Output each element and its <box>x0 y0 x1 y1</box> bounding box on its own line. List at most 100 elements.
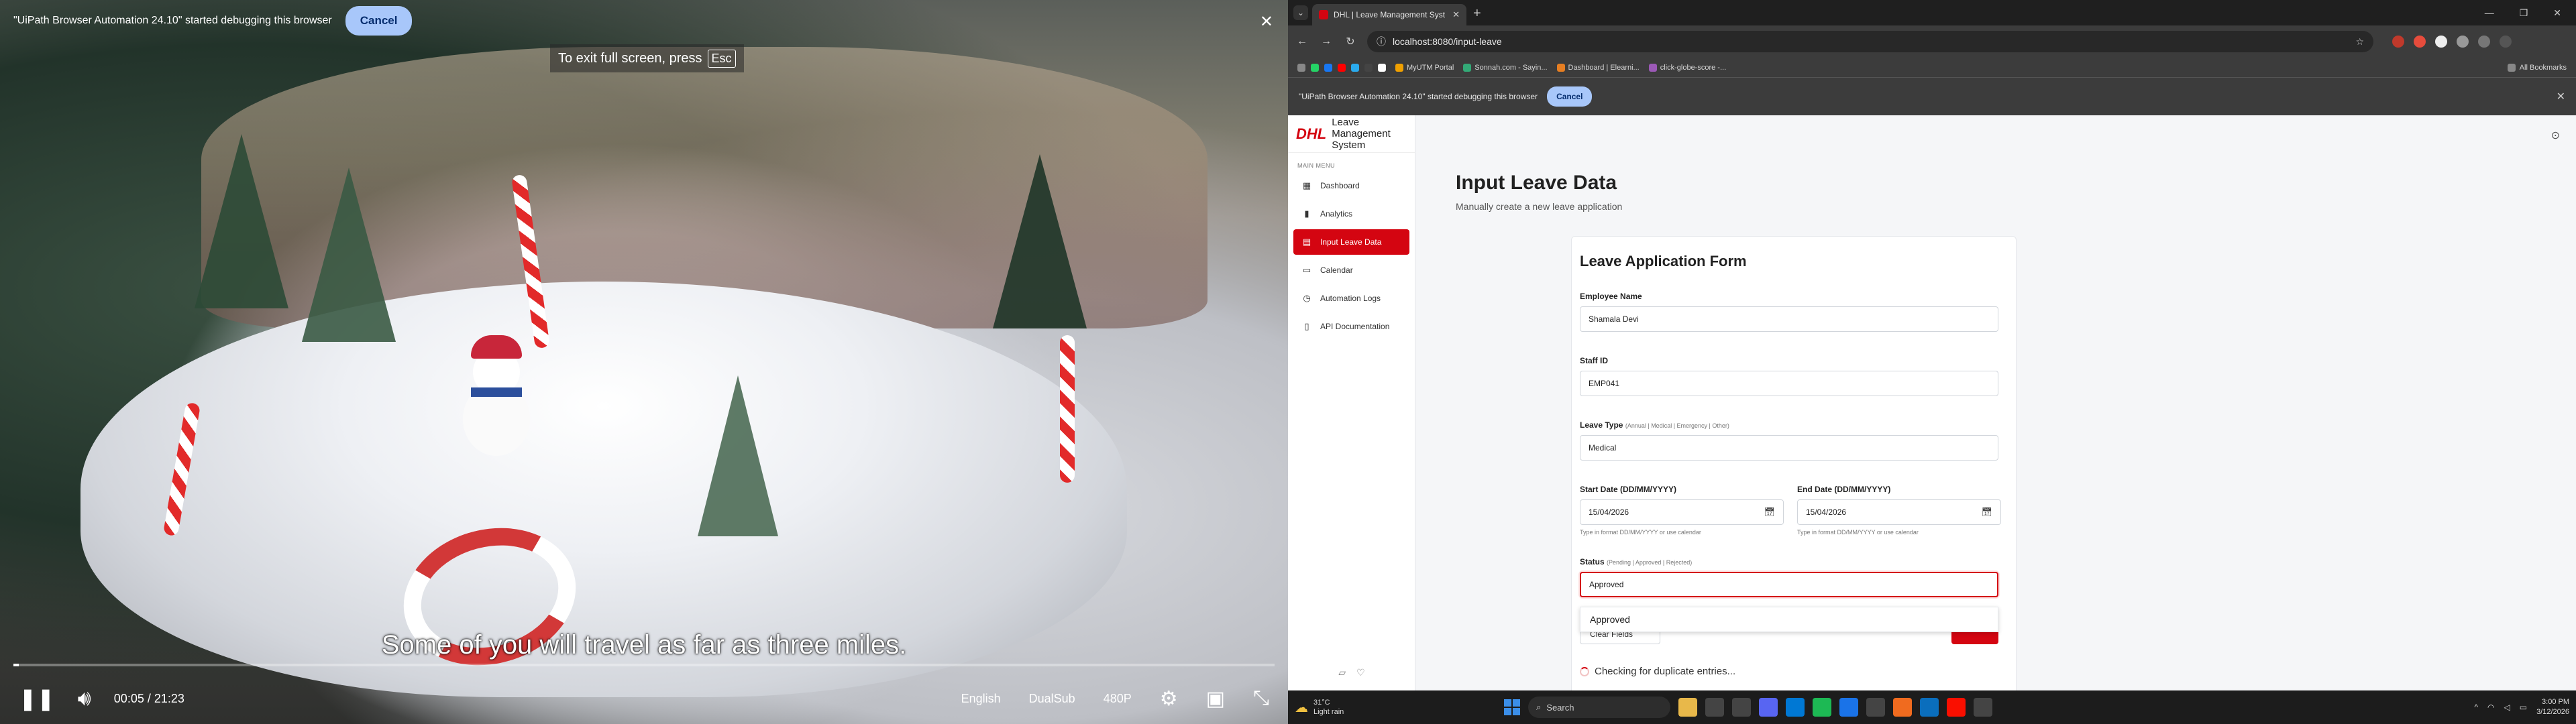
back-icon[interactable]: ← <box>1295 36 1309 48</box>
sidebar-item-analytics[interactable]: ▮ Analytics <box>1293 201 1409 227</box>
app-icon[interactable] <box>1866 698 1885 717</box>
bookmark-star-icon[interactable]: ☆ <box>2355 36 2364 48</box>
debug-cancel-button[interactable]: Cancel <box>1547 86 1593 107</box>
video-time: 00:05 / 21:23 <box>113 691 184 705</box>
employee-name-field[interactable]: Shamala Devi <box>1580 306 1998 332</box>
sidebar-item-input-leave-data[interactable]: ▤ Input Leave Data <box>1293 229 1409 255</box>
discord-icon[interactable] <box>1759 698 1778 717</box>
file-explorer-icon[interactable] <box>1678 698 1697 717</box>
extension-icon[interactable] <box>2414 36 2426 48</box>
video-progress-bar[interactable] <box>13 664 1275 666</box>
pause-icon[interactable]: ❚❚ <box>19 686 55 711</box>
calendar-icon[interactable]: 📅︎ <box>1981 507 1992 518</box>
duplicate-check-text: Checking for duplicate entries... <box>1595 666 1736 677</box>
sidebar-item-dashboard[interactable]: ▦ Dashboard <box>1293 173 1409 198</box>
bookmark-item[interactable]: MyUTM Portal <box>1395 63 1454 72</box>
bookmark-item[interactable]: click-globe-score -... <box>1648 63 1726 72</box>
calendar-icon[interactable]: 📅︎ <box>1764 507 1775 518</box>
new-tab-icon[interactable]: + <box>1473 6 1481 21</box>
close-tab-icon[interactable]: ✕ <box>1452 9 1460 20</box>
vscode-icon[interactable] <box>1786 698 1805 717</box>
heart-icon[interactable]: ♡ <box>1356 667 1365 678</box>
dualsub-button[interactable]: DualSub <box>1029 692 1075 706</box>
browser-tab[interactable]: DHL | Leave Management Syst ✕ <box>1312 4 1466 25</box>
sidebar-item-api-documentation[interactable]: ▯ API Documentation <box>1293 314 1409 339</box>
fullscreen-toast: To exit full screen, press Esc <box>550 44 744 72</box>
end-date-field[interactable]: 15/04/2026 📅︎ <box>1797 499 2001 525</box>
staff-id-field[interactable]: EMP041 <box>1580 371 1998 396</box>
video-frame-tree <box>195 134 288 308</box>
form-title: Leave Application Form <box>1580 253 1747 269</box>
chevron-down-icon[interactable]: ⌄ <box>1293 5 1308 20</box>
minimize-icon[interactable]: — <box>2485 7 2494 19</box>
github-icon[interactable] <box>1378 63 1386 72</box>
volume-icon[interactable]: 🔊︎ <box>78 686 91 711</box>
volume-icon[interactable]: ◁ <box>2504 703 2510 712</box>
apps-icon[interactable] <box>1297 63 1305 72</box>
sidebar-item-automation-logs[interactable]: ◷ Automation Logs <box>1293 286 1409 311</box>
bookmark-icon[interactable] <box>1324 63 1332 72</box>
battery-icon[interactable]: ▭ <box>2520 703 2527 712</box>
app-icon[interactable] <box>1705 698 1724 717</box>
taskbar-apps: ⌕ Search <box>1504 690 1992 724</box>
reload-icon[interactable]: ↻ <box>1343 35 1358 48</box>
app-icon[interactable] <box>1732 698 1751 717</box>
clock[interactable]: 3:00 PM 3/12/2026 <box>2536 697 2569 717</box>
browser-window: ⌄ DHL | Leave Management Syst ✕ + — ❐ ✕ … <box>1288 0 2576 724</box>
video-frame-tree <box>698 375 778 536</box>
all-bookmarks[interactable]: All Bookmarks <box>2507 63 2567 72</box>
main-content: ⊙ Input Leave Data Manually create a new… <box>1415 115 2576 705</box>
end-date-help: Type in format DD/MM/YYYY or use calenda… <box>1797 529 1919 536</box>
chrome-icon[interactable] <box>1839 698 1858 717</box>
sidebar-item-calendar[interactable]: ▭ Calendar <box>1293 257 1409 283</box>
windows-start-icon[interactable] <box>1504 699 1520 715</box>
forward-icon[interactable]: → <box>1319 36 1334 48</box>
status-field[interactable]: Approved <box>1580 572 1998 597</box>
user-icon[interactable]: ⊙ <box>2551 129 2560 142</box>
grid-icon: ▦ <box>1302 180 1311 190</box>
fullscreen-toast-text: To exit full screen, press <box>558 50 702 66</box>
bookmark-item[interactable]: Dashboard | Elearni... <box>1556 63 1640 72</box>
bookmark-icon[interactable] <box>1311 63 1319 72</box>
leave-type-field[interactable]: Medical <box>1580 435 1998 461</box>
clock-icon: ◷ <box>1303 293 1311 303</box>
app-icon[interactable] <box>1974 698 1992 717</box>
start-date-field[interactable]: 15/04/2026 📅︎ <box>1580 499 1784 525</box>
debug-cancel-button[interactable]: Cancel <box>345 6 413 36</box>
dhl-favicon-icon <box>1319 10 1328 19</box>
bookmark-icon[interactable] <box>1364 63 1373 72</box>
spotify-icon[interactable] <box>1813 698 1831 717</box>
bookmark-icon[interactable] <box>1351 63 1359 72</box>
menu-icon[interactable] <box>2500 36 2512 48</box>
app-icon[interactable] <box>1893 698 1912 717</box>
taskbar-search[interactable]: ⌕ Search <box>1528 697 1670 718</box>
bookmark-item[interactable]: Sonnah.com - Sayin... <box>1463 63 1548 72</box>
picture-in-picture-icon[interactable]: ▣ <box>1206 687 1225 711</box>
address-bar[interactable]: ⓘ localhost:8080/input-leave ☆ <box>1367 31 2373 52</box>
chevron-up-icon[interactable]: ^ <box>2474 703 2478 712</box>
quality-button[interactable]: 480P <box>1104 692 1132 706</box>
bookmark-icon[interactable] <box>1338 63 1346 72</box>
extension-icon[interactable] <box>2457 36 2469 48</box>
subtitle-language-button[interactable]: English <box>961 692 1001 706</box>
extension-icon[interactable] <box>2392 36 2404 48</box>
maximize-icon[interactable]: ❐ <box>2520 7 2528 19</box>
status-autocomplete-option[interactable]: Approved <box>1580 607 1998 632</box>
chat-icon[interactable]: ▱ <box>1338 667 1346 678</box>
employee-name-label: Employee Name <box>1580 292 1642 301</box>
app-icon[interactable] <box>1947 698 1966 717</box>
extension-icon[interactable] <box>2435 36 2447 48</box>
weather-widget[interactable]: ☁ 31°C Light rain <box>1295 698 1442 717</box>
site-info-icon[interactable]: ⓘ <box>1377 35 1386 48</box>
start-date-label: Start Date (DD/MM/YYYY) <box>1580 485 1677 494</box>
gear-icon[interactable]: ⚙ <box>1160 687 1178 711</box>
close-icon[interactable]: ✕ <box>1260 12 1273 32</box>
close-window-icon[interactable]: ✕ <box>2553 7 2561 19</box>
app-icon[interactable] <box>1920 698 1939 717</box>
exit-fullscreen-icon[interactable]: ⤡ <box>1253 687 1269 710</box>
close-icon[interactable]: ✕ <box>2557 90 2565 103</box>
document-icon: ▯ <box>1304 321 1309 331</box>
video-player[interactable]: "UiPath Browser Automation 24.10" starte… <box>0 0 1288 724</box>
profile-icon[interactable] <box>2478 36 2490 48</box>
wifi-icon[interactable]: ◠ <box>2487 703 2494 712</box>
